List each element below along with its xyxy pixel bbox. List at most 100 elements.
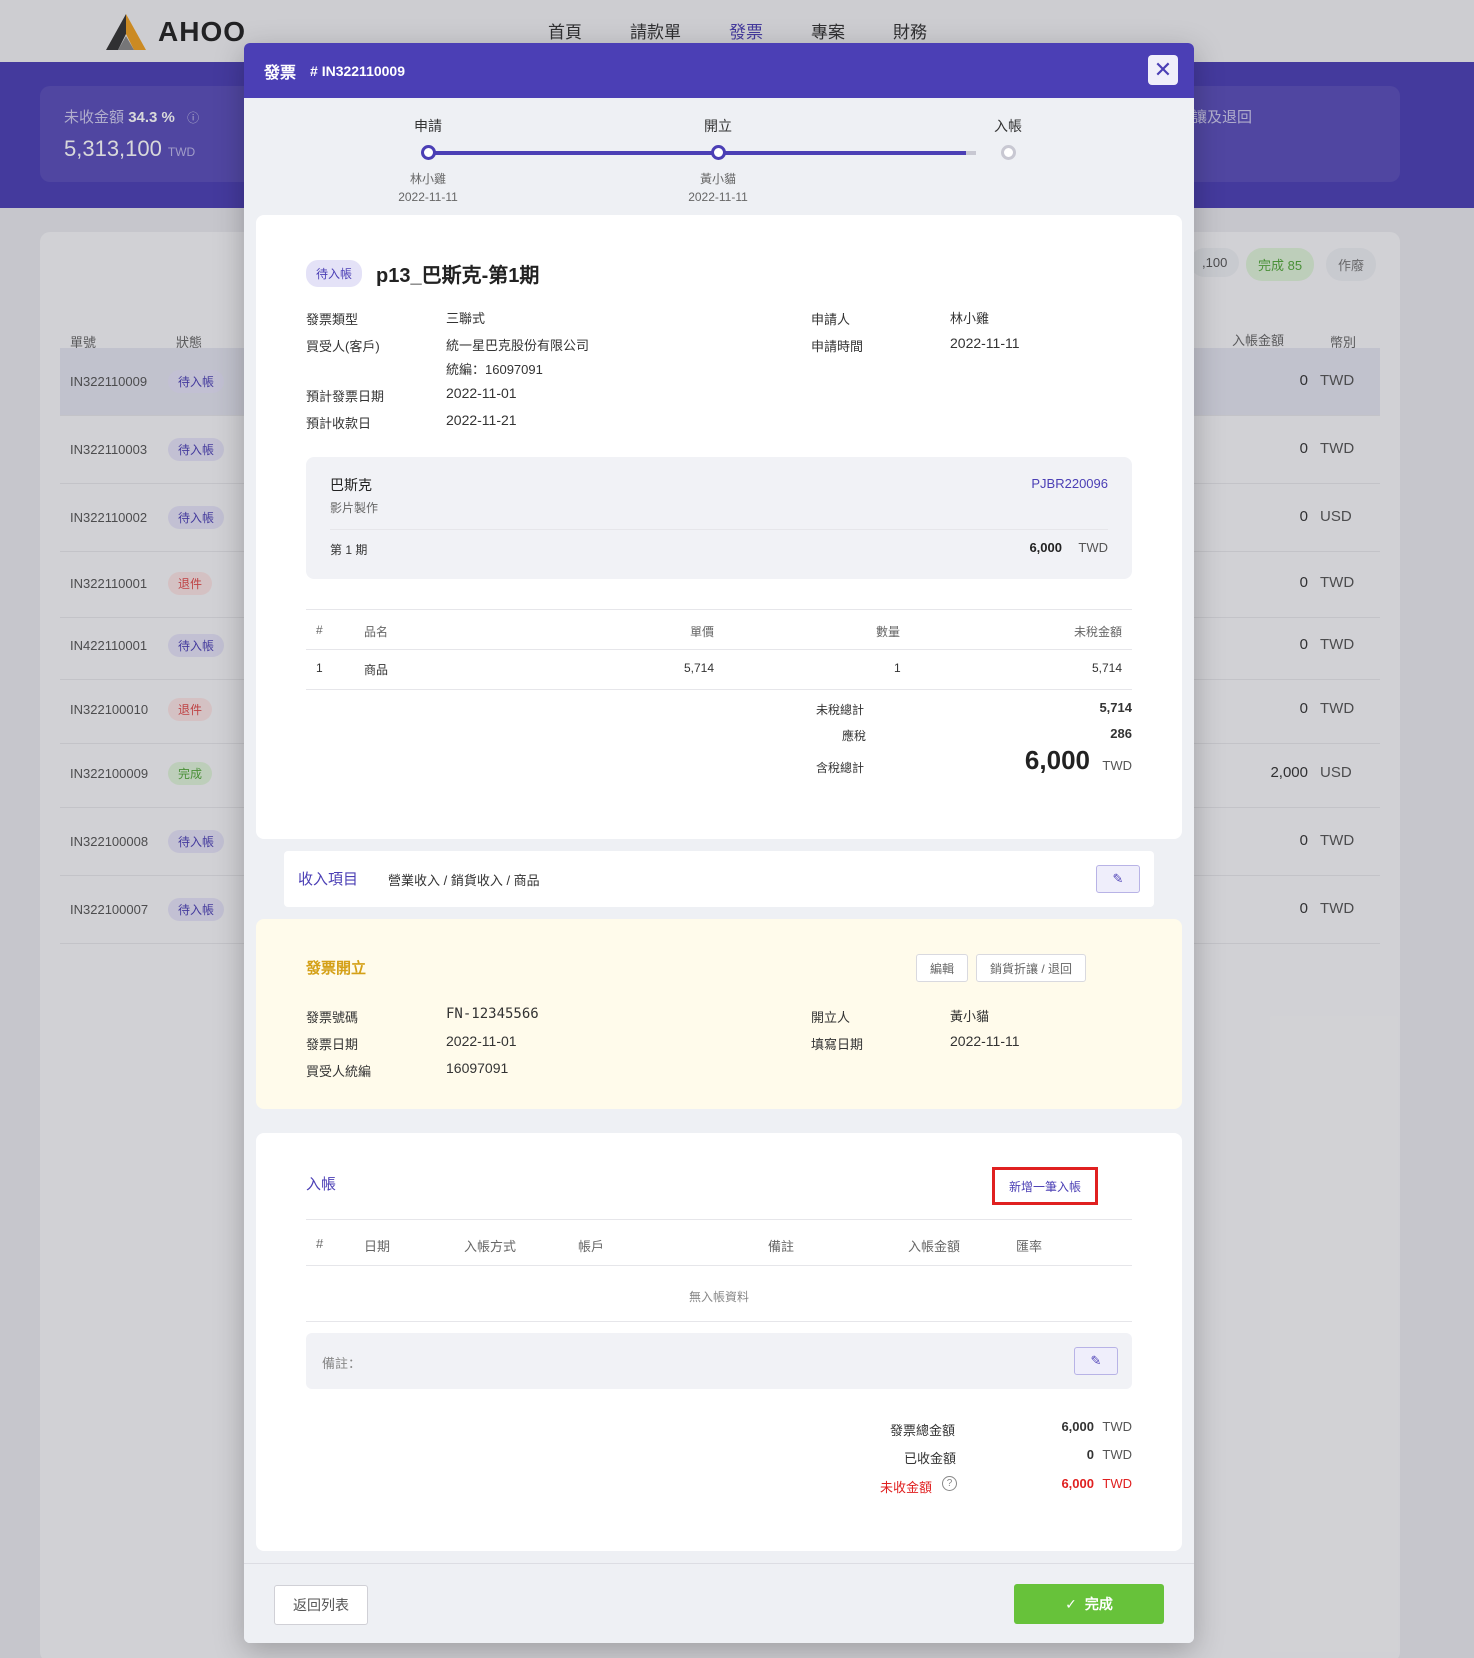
detail-header: 待入帳 p13_巴斯克-第1期: [306, 259, 539, 288]
divider: [306, 609, 1132, 610]
back-to-list-button[interactable]: 返回列表: [274, 1585, 368, 1625]
items-header-price: 單價: [690, 625, 715, 639]
project-amount: 6,000: [1029, 540, 1062, 555]
item-name: 商品: [364, 663, 389, 677]
items-header-index: #: [316, 623, 323, 637]
received-value: 0: [1086, 1447, 1094, 1462]
project-currency: TWD: [1078, 540, 1108, 555]
total-currency: TWD: [1102, 758, 1132, 773]
progress-steps: 申請 林小雞 2022-11-11 開立 黃小貓 2022-11-11 入帳: [244, 98, 1194, 214]
close-button[interactable]: ✕: [1148, 55, 1178, 85]
modal-footer: 返回列表 ✓ 完成: [244, 1563, 1194, 1643]
step-label: 入帳: [994, 118, 1022, 134]
field-label-buyer: 買受人(客戶): [306, 339, 380, 354]
field-value-buyer: 統一星巴克股份有限公司: [446, 338, 590, 353]
field-label-invoice-no: 發票號碼: [306, 1010, 359, 1025]
project-category: 影片製作: [330, 501, 379, 515]
received-currency: TWD: [1102, 1447, 1132, 1462]
help-icon[interactable]: ?: [942, 1476, 957, 1491]
invoice-modal: 發票 # IN322110009 ✕ 申請 林小雞 2022-11-11 開立 …: [244, 43, 1194, 1643]
invoice-detail-card: 待入帳 p13_巴斯克-第1期 發票類型 三聯式 買受人(客戶) 統一星巴克股份…: [256, 215, 1182, 839]
project-code-link[interactable]: PJBR220096: [1031, 476, 1108, 491]
field-value-applicant: 林小雞: [950, 311, 990, 326]
receipt-header-rate: 匯率: [1016, 1239, 1043, 1254]
add-receipt-button[interactable]: 新增一筆入帳: [1009, 1178, 1081, 1195]
receipt-empty-text: 無入帳資料: [688, 1290, 749, 1304]
field-value-expected-collection: 2022-11-21: [446, 412, 517, 428]
tax-label: 應稅: [842, 729, 867, 743]
field-value-tax-id: 統編：16097091: [446, 362, 543, 377]
items-header-subtotal: 未稅金額: [1073, 625, 1122, 639]
step-label: 開立: [704, 118, 732, 134]
field-value-fill-date: 2022-11-11: [950, 1033, 1020, 1049]
field-value-issuer: 黃小貓: [950, 1009, 990, 1024]
step-line-1: [430, 151, 704, 155]
invoice-issued-card: 發票開立 編輯 銷貨折讓 / 退回 發票號碼 FN-12345566 發票日期 …: [256, 919, 1182, 1109]
check-icon: ✓: [1065, 1595, 1077, 1612]
receipt-header-index: #: [316, 1236, 324, 1251]
items-header-name: 品名: [364, 625, 389, 639]
invoice-title: p13_巴斯克-第1期: [376, 265, 540, 287]
receipt-header-amount: 入帳金額: [908, 1239, 961, 1254]
close-icon: ✕: [1153, 57, 1173, 82]
complete-button[interactable]: ✓ 完成: [1014, 1584, 1164, 1624]
field-value-buyer-tax-id: 16097091: [446, 1060, 509, 1076]
issued-title: 發票開立: [306, 960, 367, 977]
receipt-header-note: 備註: [768, 1239, 795, 1254]
received-label: 已收金額: [904, 1451, 957, 1466]
invoice-total-currency: TWD: [1102, 1419, 1132, 1434]
project-box: 巴斯克 影片製作 PJBR220096 第 1 期 6,000 TWD: [306, 457, 1132, 579]
unpaid-amount-currency: TWD: [1102, 1476, 1132, 1491]
items-header-qty: 數量: [876, 625, 901, 639]
unpaid-amount-value: 6,000: [1061, 1476, 1094, 1491]
receipt-header-date: 日期: [364, 1239, 391, 1254]
field-label-applicant: 申請人: [811, 312, 851, 327]
step-line-3: [966, 151, 976, 155]
invoice-total-value: 6,000: [1061, 1419, 1094, 1434]
step-when: 2022-11-11: [398, 190, 458, 204]
invoice-total-label: 發票總金額: [890, 1423, 956, 1438]
total-label: 含稅總計: [816, 761, 865, 775]
item-subtotal: 5,714: [1091, 661, 1122, 675]
status-badge: 待入帳: [306, 260, 363, 287]
item-price: 5,714: [684, 661, 715, 675]
modal-header: 發票 # IN322110009 ✕: [244, 43, 1194, 98]
divider: [306, 1265, 1132, 1266]
receipt-header-account: 帳戶: [578, 1239, 605, 1254]
field-value-expected-date: 2022-11-01: [446, 385, 517, 401]
highlight-box: 新增一筆入帳: [992, 1167, 1098, 1205]
field-label-type: 發票類型: [306, 312, 359, 327]
field-value-apply-time: 2022-11-11: [950, 335, 1020, 351]
field-label-apply-time: 申請時間: [811, 339, 864, 354]
step-dot: [421, 145, 436, 160]
field-label-issuer: 開立人: [811, 1010, 851, 1025]
income-category-card: 收入項目 營業收入 / 銷貨收入 / 商品 ✎: [284, 851, 1154, 907]
step-who: 黃小貓: [699, 172, 736, 186]
divider: [306, 1321, 1132, 1322]
field-label-expected-collection: 預計收款日: [306, 416, 372, 431]
receipt-card: 入帳 新增一筆入帳 # 日期 入帳方式 帳戶 備註 入帳金額 匯率 無入帳資料 …: [256, 1133, 1182, 1551]
divider: [306, 1219, 1132, 1220]
tax-value: 286: [1110, 726, 1132, 741]
divider: [306, 689, 1132, 690]
step-who: 林小雞: [409, 172, 446, 186]
receipt-title: 入帳: [306, 1176, 337, 1193]
receipt-note-label: 備註：: [322, 1356, 362, 1371]
complete-button-label: 完成: [1084, 1596, 1113, 1612]
project-name: 巴斯克: [330, 477, 372, 493]
project-period: 第 1 期: [330, 543, 368, 557]
receipt-note-box: 備註： ✎: [306, 1333, 1132, 1389]
step-label: 申請: [414, 118, 442, 134]
field-label-buyer-tax-id: 買受人統編: [306, 1064, 372, 1079]
divider: [330, 529, 1108, 530]
unpaid-amount-label: 未收金額: [880, 1480, 933, 1495]
item-index: 1: [316, 661, 323, 675]
discount-return-button[interactable]: 銷貨折讓 / 退回: [976, 954, 1086, 982]
modal-title: 發票: [264, 64, 297, 82]
field-value-invoice-no: FN-12345566: [446, 1006, 539, 1022]
item-qty: 1: [894, 661, 901, 675]
edit-note-button[interactable]: ✎: [1074, 1347, 1118, 1375]
edit-button[interactable]: 編輯: [916, 954, 968, 982]
income-category-value: 營業收入 / 銷貨收入 / 商品: [388, 873, 540, 888]
edit-income-button[interactable]: ✎: [1096, 865, 1140, 893]
